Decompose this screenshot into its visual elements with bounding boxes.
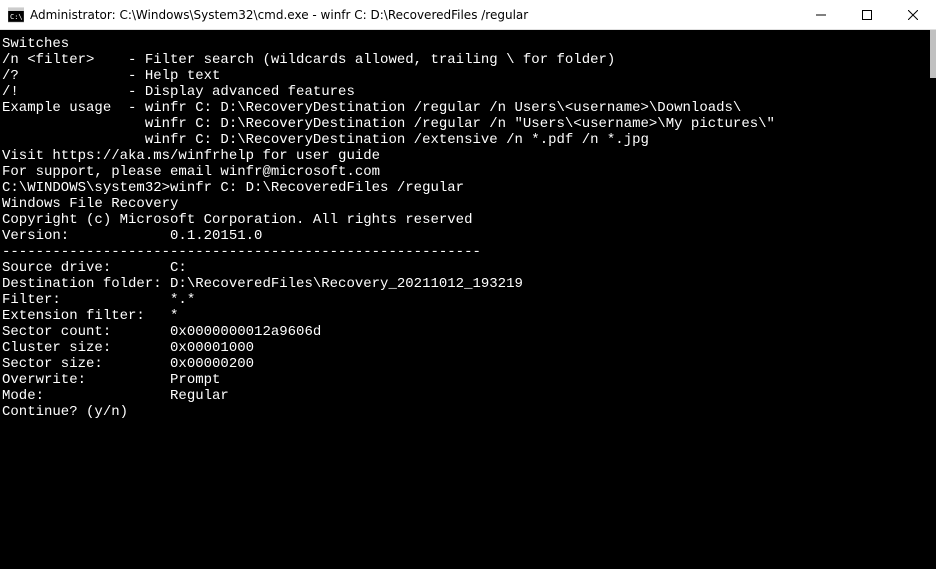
terminal-prompt: Continue? (y/n) xyxy=(2,404,936,420)
terminal-line: Switches xyxy=(2,36,936,52)
terminal-line: Cluster size: 0x00001000 xyxy=(2,340,936,356)
terminal-line: winfr C: D:\RecoveryDestination /extensi… xyxy=(2,132,936,148)
terminal-line: Copyright (c) Microsoft Corporation. All… xyxy=(2,212,936,228)
minimize-button[interactable] xyxy=(798,0,844,29)
terminal-line: Visit https://aka.ms/winfrhelp for user … xyxy=(2,148,936,164)
terminal-line: /? - Help text xyxy=(2,68,936,84)
scrollbar-thumb[interactable] xyxy=(930,30,936,78)
terminal-line: Windows File Recovery xyxy=(2,196,936,212)
title-bar: C:\ Administrator: C:\Windows\System32\c… xyxy=(0,0,936,30)
terminal-line: C:\WINDOWS\system32>winfr C: D:\Recovere… xyxy=(2,180,936,196)
maximize-button[interactable] xyxy=(844,0,890,29)
cmd-icon: C:\ xyxy=(8,7,24,23)
terminal-line: Overwrite: Prompt xyxy=(2,372,936,388)
terminal-line: Destination folder: D:\RecoveredFiles\Re… xyxy=(2,276,936,292)
terminal-line: Version: 0.1.20151.0 xyxy=(2,228,936,244)
terminal-line: Source drive: C: xyxy=(2,260,936,276)
terminal-line: /! - Display advanced features xyxy=(2,84,936,100)
scrollbar-track[interactable] xyxy=(930,30,936,569)
terminal-line: Sector count: 0x0000000012a9606d xyxy=(2,324,936,340)
terminal-line: For support, please email winfr@microsof… xyxy=(2,164,936,180)
window-controls xyxy=(798,0,936,29)
terminal-line: Example usage - winfr C: D:\RecoveryDest… xyxy=(2,100,936,116)
terminal-line: /n <filter> - Filter search (wildcards a… xyxy=(2,52,936,68)
close-button[interactable] xyxy=(890,0,936,29)
terminal-line: ----------------------------------------… xyxy=(2,244,936,260)
terminal-line: Filter: *.* xyxy=(2,292,936,308)
svg-text:C:\: C:\ xyxy=(10,13,23,21)
terminal-line: Extension filter: * xyxy=(2,308,936,324)
terminal-line: Mode: Regular xyxy=(2,388,936,404)
terminal-line: winfr C: D:\RecoveryDestination /regular… xyxy=(2,116,936,132)
terminal-output[interactable]: Switches/n <filter> - Filter search (wil… xyxy=(0,30,936,569)
terminal-line: Sector size: 0x00000200 xyxy=(2,356,936,372)
window-title: Administrator: C:\Windows\System32\cmd.e… xyxy=(30,8,798,22)
